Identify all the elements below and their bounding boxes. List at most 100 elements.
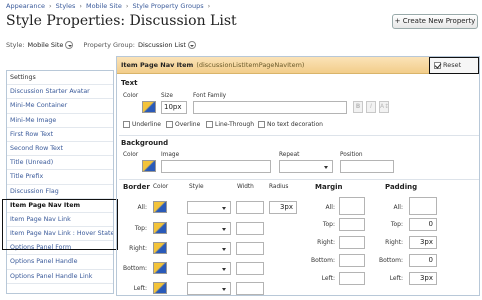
background-image-input[interactable] [161, 160, 271, 173]
border-all-radius-input[interactable]: 3px [269, 201, 297, 214]
breadcrumb-style-property-groups[interactable]: Style Property Groups [132, 2, 203, 12]
font-size-button[interactable]: A↕ [379, 101, 389, 113]
font-family-input[interactable] [193, 101, 347, 114]
margin-left-input[interactable] [339, 272, 365, 285]
sidebar-item-title-prefix[interactable]: Title Prefix [7, 170, 113, 185]
style-selector-value[interactable]: Mobile Site [28, 41, 64, 49]
no-decoration-label: No text decoration [267, 121, 323, 128]
border-left-label: Left: [133, 285, 147, 292]
sidebar-item-options-panel-handle-link[interactable]: Options Panel Handle Link [7, 270, 113, 284]
border-style-label: Style [189, 184, 204, 190]
border-color-label: Color [153, 184, 169, 190]
reset-label: Reset [443, 61, 462, 69]
sidebar-item-title-unread[interactable]: Title (Unread) [7, 156, 113, 171]
padding-bottom-label: Bottom: [378, 257, 403, 264]
underline-label: Underline [132, 121, 161, 128]
reset-checkbox[interactable] [434, 61, 441, 69]
style-selector-label: Style: [6, 41, 25, 49]
highlight-box [2, 199, 118, 250]
padding-left-label: Left: [389, 275, 403, 282]
italic-button[interactable]: I [366, 101, 376, 113]
margin-all-label: All: [325, 204, 335, 211]
no-decoration-checkbox[interactable] [258, 121, 265, 128]
sidebar-item-discussion-flag[interactable]: Discussion Flag [7, 185, 113, 199]
page-title: Style Properties: Discussion List [6, 13, 237, 29]
sidebar-item-mini-me-container[interactable]: Mini-Me Container [7, 99, 113, 114]
breadcrumb-appearance[interactable]: Appearance [6, 2, 45, 12]
margin-section-heading: Margin [315, 183, 343, 191]
padding-all-input[interactable] [409, 197, 437, 215]
breadcrumb-separator: › [207, 2, 211, 10]
divider [119, 135, 479, 136]
bold-button[interactable]: B [353, 101, 363, 113]
border-top-label: Top: [134, 225, 147, 232]
border-bottom-style-select[interactable] [187, 262, 231, 275]
create-new-property-button[interactable]: + Create New Property [392, 14, 478, 29]
overline-option[interactable]: Overline [166, 121, 200, 128]
border-bottom-width-input[interactable] [236, 262, 264, 275]
background-section-heading: Background [121, 139, 169, 147]
breadcrumb-mobile-site[interactable]: Mobile Site [86, 2, 122, 12]
no-decoration-option[interactable]: No text decoration [258, 121, 323, 128]
underline-checkbox[interactable] [123, 121, 130, 128]
border-radius-label: Radius [269, 184, 289, 190]
divider [119, 179, 479, 180]
padding-right-label: Right: [385, 239, 403, 246]
margin-right-input[interactable] [339, 236, 365, 249]
padding-top-input[interactable]: 0 [409, 218, 437, 231]
margin-bottom-input[interactable] [339, 254, 365, 267]
padding-left-input[interactable]: 3px [409, 272, 437, 285]
background-color-swatch-icon[interactable] [142, 160, 156, 172]
line-through-label: Line-Through [215, 121, 255, 128]
selector-row: Style: Mobile Site Property Group: Discu… [6, 41, 196, 49]
border-left-color-swatch-icon[interactable] [153, 282, 167, 294]
margin-top-input[interactable] [339, 218, 365, 231]
sidebar-item-first-row-text[interactable]: First Row Text [7, 128, 113, 142]
text-size-input[interactable]: 10px [161, 101, 187, 114]
border-left-width-input[interactable] [236, 282, 264, 295]
underline-option[interactable]: Underline [123, 121, 161, 128]
padding-right-input[interactable]: 3px [409, 236, 437, 249]
panel-header-subtitle: (discussionListItemPageNavItem) [196, 61, 305, 69]
chevron-down-icon[interactable] [187, 41, 196, 49]
border-top-color-swatch-icon[interactable] [153, 222, 167, 234]
border-width-label: Width [237, 184, 254, 190]
border-all-label: All: [137, 204, 147, 211]
background-position-input[interactable] [340, 160, 394, 173]
background-repeat-label: Repeat [279, 152, 300, 158]
sidebar-item-mini-me-image[interactable]: Mini-Me Image [7, 114, 113, 128]
border-all-color-swatch-icon[interactable] [153, 201, 167, 213]
sidebar-item-options-panel-handle[interactable]: Options Panel Handle [7, 255, 113, 270]
breadcrumb-separator: › [125, 2, 129, 10]
property-group-value[interactable]: Discussion List [138, 41, 186, 49]
border-all-width-input[interactable] [236, 201, 264, 214]
border-right-style-select[interactable] [187, 242, 231, 255]
chevron-down-icon[interactable] [65, 41, 74, 49]
background-repeat-select[interactable] [279, 160, 333, 173]
panel-header-title: Item Page Nav Item [121, 61, 194, 69]
border-all-style-select[interactable] [187, 201, 231, 214]
breadcrumb: Appearance › Styles › Mobile Site › Style P… [6, 2, 210, 12]
sidebar-item-settings[interactable]: Settings [7, 71, 113, 86]
property-sidebar: Settings Discussion Starter Avatar Mini-… [6, 70, 114, 294]
margin-right-label: Right: [317, 239, 335, 246]
sidebar-item-discussion-starter-avatar[interactable]: Discussion Starter Avatar [7, 85, 113, 100]
margin-top-label: Top: [322, 221, 335, 228]
border-right-color-swatch-icon[interactable] [153, 242, 167, 254]
line-through-option[interactable]: Line-Through [206, 121, 254, 128]
background-image-label: Image [161, 152, 180, 158]
text-color-swatch-icon[interactable] [142, 101, 156, 113]
border-top-style-select[interactable] [187, 222, 231, 235]
breadcrumb-styles[interactable]: Styles [56, 2, 76, 12]
padding-top-label: Top: [390, 221, 403, 228]
margin-all-input[interactable] [339, 197, 365, 215]
border-bottom-color-swatch-icon[interactable] [153, 262, 167, 274]
padding-bottom-input[interactable]: 0 [409, 254, 437, 267]
overline-checkbox[interactable] [166, 121, 173, 128]
line-through-checkbox[interactable] [206, 121, 213, 128]
border-top-width-input[interactable] [236, 222, 264, 235]
sidebar-item-second-row-text[interactable]: Second Row Text [7, 142, 113, 157]
border-right-width-input[interactable] [236, 242, 264, 255]
border-left-style-select[interactable] [187, 282, 231, 295]
reset-toggle[interactable]: Reset [429, 57, 479, 74]
